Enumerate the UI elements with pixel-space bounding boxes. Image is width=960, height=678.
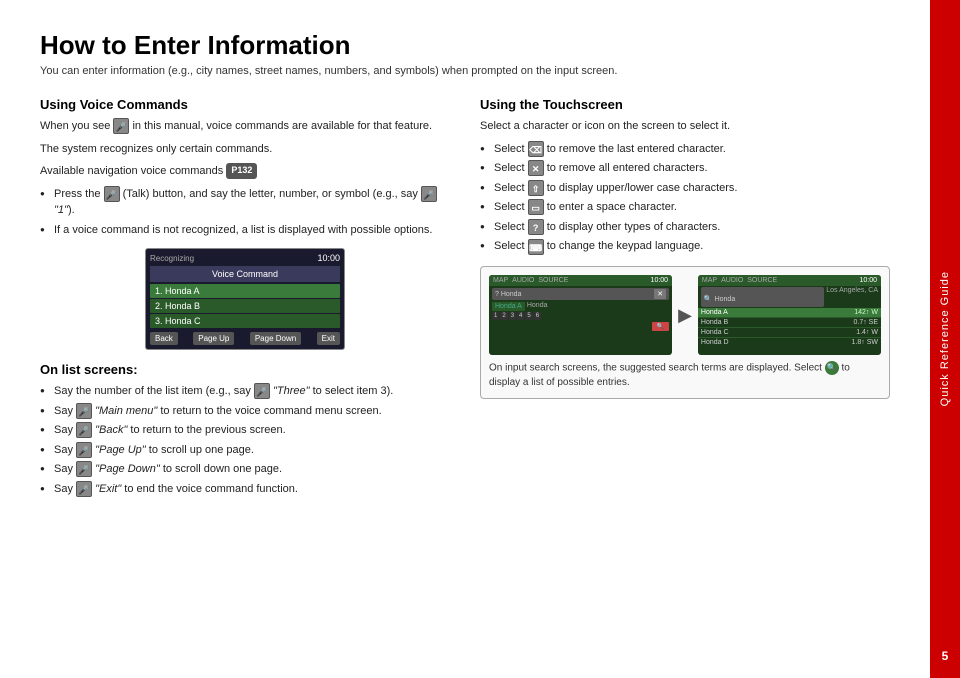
ts-bullet-4: Select ▭ to enter a space character.: [480, 199, 890, 217]
mic-icon: 🎤: [113, 118, 129, 134]
ns2-result-4-dist: 1.8↑ SW: [852, 339, 878, 346]
voice-commands-intro3: The system recognizes only certain comma…: [40, 141, 450, 158]
bullet-item: Press the 🎤 (Talk) button, and say the l…: [40, 186, 450, 219]
talk-button-icon: 🎤: [104, 186, 120, 202]
list-screens-section: On list screens: Say the number of the l…: [40, 362, 450, 497]
p132-badge[interactable]: P132: [226, 163, 257, 179]
voice-commands-section: Using Voice Commands When you see 🎤 in t…: [40, 97, 450, 238]
touchscreen-section: Using the Touchscreen Select a character…: [480, 97, 890, 256]
ns1-search: ? Honda: [495, 291, 654, 298]
voice-command-screenshot: Recognizing 10:00 Voice Command 1. Honda…: [145, 248, 345, 350]
ns1-search-btn[interactable]: 🔍: [652, 322, 669, 331]
list-bullet-5: Say 🎤 "Page Down" to scroll down one pag…: [40, 461, 450, 478]
vc-title-bar: Voice Command: [150, 266, 340, 282]
search-icon-inline: 🔍: [825, 361, 839, 375]
ts-bullet-6: Select ⌨ to change the keypad language.: [480, 238, 890, 256]
ts-bullet-5: Select ? to display other types of chara…: [480, 219, 890, 237]
ns1-key-3[interactable]: 3: [509, 312, 516, 320]
list-bullet-4: Say 🎤 "Page Up" to scroll up one page.: [40, 442, 450, 459]
ns1-tab-honda: Honda: [527, 302, 548, 311]
ns2-result-2-name: Honda B: [701, 319, 728, 326]
screen-caption: On input search screens, the suggested s…: [489, 361, 881, 390]
vc-exit-btn[interactable]: Exit: [317, 332, 340, 345]
page-title: How to Enter Information: [40, 30, 890, 61]
ns1-keyboard-area: 1 2 3 4 5 6 🔍: [492, 312, 669, 331]
case-icon: ⇧: [528, 180, 544, 196]
ns2-result-3-dist: 1.4↑ W: [856, 329, 878, 336]
vc-recognizing-text: Recognizing: [150, 254, 194, 263]
ns1-key-1[interactable]: 1: [492, 312, 499, 320]
ns2-header: MAP AUDIO SOURCE 10:00: [698, 275, 881, 286]
ns2-result-1-name: Honda A: [701, 309, 728, 316]
vc-list-item-1: 1. Honda A: [150, 284, 340, 298]
vc-time: 10:00: [317, 253, 340, 263]
mic-icon-8: 🎤: [76, 481, 92, 497]
voice-commands-bullets: Press the 🎤 (Talk) button, and say the l…: [40, 186, 450, 239]
list-bullet-1: Say the number of the list item (e.g., s…: [40, 383, 450, 400]
list-bullet-3: Say 🎤 "Back" to return to the previous s…: [40, 422, 450, 439]
right-column: Using the Touchscreen Select a character…: [480, 97, 890, 501]
symbol-icon: ?: [528, 219, 544, 235]
mic-icon-5: 🎤: [76, 422, 92, 438]
page-subtitle: You can enter information (e.g., city na…: [40, 65, 890, 77]
screen-demo-box: MAP AUDIO SOURCE 10:00 ? Honda ✕: [480, 266, 890, 399]
ts-bullet-3: Select ⇧ to display upper/lower case cha…: [480, 180, 890, 198]
ns2-result-2-dist: 0.7↑ SE: [853, 319, 878, 326]
voice-commands-intro: When you see 🎤 in this manual, voice com…: [40, 118, 450, 135]
sidebar-label: Quick Reference Guide: [939, 271, 951, 406]
vc-back-btn[interactable]: Back: [150, 332, 178, 345]
ns2-time: 10:00: [859, 277, 877, 284]
mic-icon-2: 🎤: [421, 186, 437, 202]
sidebar: Quick Reference Guide 5: [930, 0, 960, 678]
ns1-header: MAP AUDIO SOURCE 10:00: [489, 275, 672, 286]
ns2-result-4-name: Honda D: [701, 339, 729, 346]
bullet-item: If a voice command is not recognized, a …: [40, 222, 450, 239]
voice-commands-intro4: Available navigation voice commands P132: [40, 163, 450, 180]
ns1-key-6[interactable]: 6: [534, 312, 541, 320]
list-screens-bullets: Say the number of the list item (e.g., s…: [40, 383, 450, 497]
vc-footer: Back Page Up Page Down Exit: [150, 332, 340, 345]
left-column: Using Voice Commands When you see 🎤 in t…: [40, 97, 450, 501]
keyboard-icon: ⌨: [528, 239, 544, 255]
vc-list-item-3: 3. Honda C: [150, 314, 340, 328]
list-bullet-6: Say 🎤 "Exit" to end the voice command fu…: [40, 481, 450, 498]
mic-icon-7: 🎤: [76, 461, 92, 477]
backspace-icon: ⌫: [528, 141, 544, 157]
ns1-key-2[interactable]: 2: [500, 312, 507, 320]
ns1-time: 10:00: [651, 277, 669, 284]
touchscreen-intro: Select a character or icon on the screen…: [480, 118, 890, 135]
ns2-location: Los Angeles, CA: [826, 287, 878, 307]
ns1-clear-btn[interactable]: ✕: [654, 289, 666, 299]
screen-demo-inner: MAP AUDIO SOURCE 10:00 ? Honda ✕: [489, 275, 881, 355]
ns1-key-5[interactable]: 5: [525, 312, 532, 320]
space-icon: ▭: [528, 199, 544, 215]
mic-icon-4: 🎤: [76, 403, 92, 419]
vc-pageup-btn[interactable]: Page Up: [193, 332, 234, 345]
ns2-result-1-dist: 142↑ W: [854, 309, 878, 316]
ns2-search-text: 🔍 Honda: [704, 296, 735, 303]
list-screens-title: On list screens:: [40, 362, 450, 377]
mic-icon-6: 🎤: [76, 442, 92, 458]
ts-bullet-2: Select ✕ to remove all entered character…: [480, 160, 890, 178]
screen-arrow: ▶: [678, 305, 692, 326]
ns2-result-3-name: Honda C: [701, 329, 729, 336]
vc-header: Recognizing 10:00: [150, 253, 340, 263]
touchscreen-bullets: Select ⌫ to remove the last entered char…: [480, 141, 890, 257]
ts-bullet-1: Select ⌫ to remove the last entered char…: [480, 141, 890, 159]
ns2-results: Honda A 142↑ W Honda B 0.7↑ SE Honda C 1…: [698, 308, 881, 347]
ns1-tab-honda-a: Honda A: [492, 302, 525, 311]
vc-pagedown-btn[interactable]: Page Down: [250, 332, 301, 345]
voice-commands-title: Using Voice Commands: [40, 97, 450, 112]
clear-icon: ✕: [528, 160, 544, 176]
touchscreen-title: Using the Touchscreen: [480, 97, 890, 112]
list-bullet-2: Say 🎤 "Main menu" to return to the voice…: [40, 403, 450, 420]
page-number: 5: [930, 649, 960, 663]
mic-icon-3: 🎤: [254, 383, 270, 399]
ns1-key-4[interactable]: 4: [517, 312, 524, 320]
nav-screen-1: MAP AUDIO SOURCE 10:00 ? Honda ✕: [489, 275, 672, 355]
nav-screen-2: MAP AUDIO SOURCE 10:00 🔍 Honda L: [698, 275, 881, 355]
vc-list-item-2: 2. Honda B: [150, 299, 340, 313]
